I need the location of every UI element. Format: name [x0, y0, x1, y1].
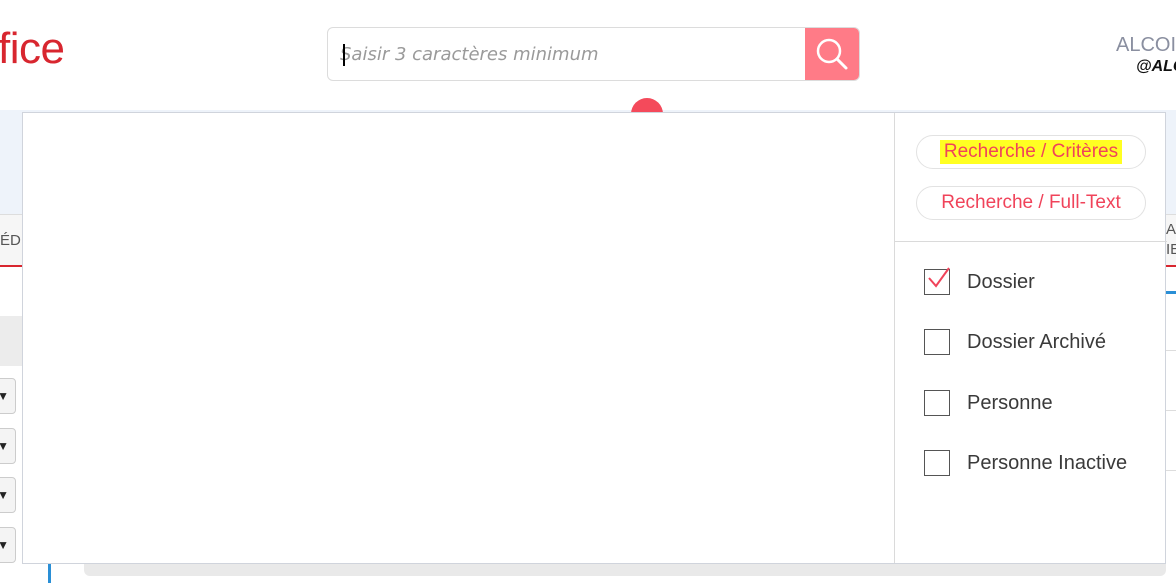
row-divider	[1166, 410, 1176, 411]
active-tab-indicator	[1166, 291, 1176, 294]
global-search	[327, 27, 860, 81]
filter-dossier-archive[interactable]: Dossier Archivé	[924, 327, 1106, 357]
search-button[interactable]	[805, 28, 859, 80]
filter-dossier-archive-label: Dossier Archivé	[967, 330, 1106, 353]
app-header: fice ALCOI @ALC	[0, 0, 1176, 110]
user-name[interactable]: ALCOI	[1116, 34, 1176, 57]
panel-vertical-divider	[894, 113, 895, 563]
mode-criteria-label: Recherche / Critères	[939, 140, 1123, 164]
filter-dossier-label: Dossier	[967, 270, 1035, 293]
filter-personne-inactive[interactable]: Personne Inactive	[924, 448, 1127, 478]
search-dropdown-panel: Recherche / Critères Recherche / Full-Te…	[22, 112, 1167, 564]
app-logo[interactable]: fice	[0, 24, 65, 74]
text-cursor	[343, 44, 345, 66]
row-divider	[1166, 470, 1176, 471]
search-icon	[816, 38, 848, 70]
left-accent-bar	[48, 563, 51, 583]
filter-personne[interactable]: Personne	[924, 388, 1053, 418]
section-header	[0, 316, 22, 366]
select-chevron-2[interactable]: ▼	[0, 428, 16, 464]
mode-fulltext-button[interactable]: Recherche / Full-Text	[916, 186, 1146, 220]
tab-label-left[interactable]: ÉD	[0, 232, 21, 249]
tab-label-right-line2: IE	[1166, 241, 1176, 258]
tab-label-right-line1: AU	[1166, 221, 1176, 238]
mode-criteria-button[interactable]: Recherche / Critères	[916, 135, 1146, 169]
row-divider	[1166, 350, 1176, 351]
filter-dossier[interactable]: Dossier	[924, 267, 1035, 297]
bottom-toolbar	[84, 562, 1166, 576]
tab-label-right[interactable]: AU IE	[1166, 220, 1176, 260]
mode-fulltext-label: Recherche / Full-Text	[941, 192, 1121, 213]
filter-dossier-archive-checkbox[interactable]	[924, 329, 950, 355]
user-handle: @ALC	[1136, 58, 1176, 75]
select-chevron-4[interactable]: ▼	[0, 527, 16, 563]
filter-personne-label: Personne	[967, 391, 1053, 414]
filter-dossier-checkbox[interactable]	[924, 267, 950, 295]
filter-personne-checkbox[interactable]	[924, 390, 950, 416]
filter-personne-inactive-checkbox[interactable]	[924, 450, 950, 476]
filter-personne-inactive-label: Personne Inactive	[967, 451, 1128, 474]
search-input[interactable]	[340, 28, 800, 80]
select-chevron-3[interactable]: ▼	[0, 477, 16, 513]
checkmark-icon	[928, 267, 950, 288]
panel-horizontal-divider	[895, 241, 1167, 242]
select-chevron-1[interactable]: ▼	[0, 378, 16, 414]
